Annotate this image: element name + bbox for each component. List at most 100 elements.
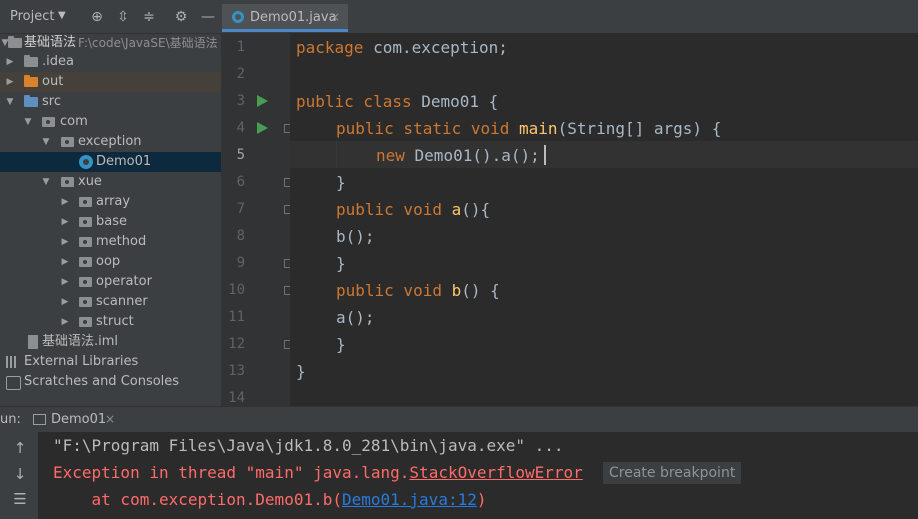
tab-demo01-java[interactable]: Demo01.java × [222, 4, 348, 32]
tree-item-src[interactable]: ▼ src [0, 92, 221, 112]
gear-icon[interactable]: ⚙ [172, 8, 190, 26]
line-number: 4 [236, 120, 245, 136]
line-number: 5 [236, 147, 245, 163]
tree-item-label: 基础语法.iml [42, 334, 119, 349]
tree-item-method[interactable]: ▶ method [0, 232, 221, 252]
chevron-down-icon[interactable]: ▼ [41, 172, 51, 192]
tree-item-iml[interactable]: 基础语法.iml [0, 332, 221, 352]
indent-guide [336, 141, 337, 168]
locate-icon[interactable]: ⊕ [88, 8, 106, 26]
close-icon[interactable]: × [105, 412, 115, 426]
run-panel-title: un: [0, 412, 21, 427]
code-line-3[interactable]: public class Demo01 { [296, 88, 498, 115]
code-line-13[interactable]: } [296, 358, 306, 385]
code-line-9[interactable]: } [336, 250, 346, 277]
code-line-4[interactable]: public static void main(String[] args) { [336, 115, 721, 142]
code-line-10[interactable]: public void b() { [336, 277, 500, 304]
run-toolbar: ↑ ↓ ☰ [0, 432, 38, 519]
tree-item-demo01[interactable]: Demo01 [0, 152, 221, 172]
close-icon[interactable]: × [330, 10, 340, 24]
keyword: public void [336, 200, 442, 219]
package-icon [79, 297, 92, 307]
iml-file-icon [28, 335, 38, 349]
arrow-up-icon[interactable]: ↑ [12, 440, 28, 456]
chevron-right-icon[interactable]: ▶ [60, 232, 70, 252]
chevron-down-icon[interactable]: ▼ [23, 112, 33, 132]
tree-item-struct[interactable]: ▶ struct [0, 312, 221, 332]
code-line-8[interactable]: b(); [336, 223, 375, 250]
tree-item-external-libraries[interactable]: External Libraries [0, 352, 221, 372]
package-icon [79, 217, 92, 227]
console-exception-line: Exception in thread "main" java.lang.Sta… [53, 460, 583, 486]
tree-item-label: array [96, 194, 131, 209]
keyword: public static void [336, 119, 510, 138]
tree-root-path: F:\code\JavaSE\基础语法 [78, 36, 218, 50]
tree-item-label: base [96, 214, 127, 229]
run-main-icon[interactable] [257, 122, 268, 134]
chevron-right-icon[interactable]: ▶ [60, 292, 70, 312]
tree-item-base[interactable]: ▶ base [0, 212, 221, 232]
tree-item-scanner[interactable]: ▶ scanner [0, 292, 221, 312]
tree-item-exception[interactable]: ▼ exception [0, 132, 221, 152]
chevron-right-icon[interactable]: ▶ [60, 252, 70, 272]
tree-item-com[interactable]: ▼ com [0, 112, 221, 132]
tree-item-idea[interactable]: ▶ .idea [0, 52, 221, 72]
arrow-down-icon[interactable]: ↓ [12, 466, 28, 482]
tree-root[interactable]: ▼ 基础语法 F:\code\JavaSE\基础语法 [0, 33, 221, 53]
line-number: 6 [236, 174, 245, 190]
code-line-5[interactable]: new Demo01().a(); [376, 142, 540, 169]
code-line-7[interactable]: public void a(){ [336, 196, 490, 223]
package-icon [79, 277, 92, 287]
line-number: 13 [228, 363, 245, 379]
chevron-right-icon[interactable]: ▶ [60, 212, 70, 232]
chevron-down-icon[interactable]: ▼ [58, 10, 66, 21]
package-icon [79, 197, 92, 207]
tree-item-label: operator [96, 274, 152, 289]
chevron-right-icon[interactable]: ▶ [5, 72, 15, 92]
chevron-right-icon[interactable]: ▶ [60, 312, 70, 332]
line-number: 14 [228, 390, 245, 406]
editor-gutter[interactable]: 1 2 3 4 5 6 7 8 9 10 11 12 13 14 [221, 33, 293, 406]
code-line-11[interactable]: a(); [336, 304, 375, 331]
exception-class-link[interactable]: StackOverflowError [409, 463, 582, 482]
chevron-right-icon[interactable]: ▶ [60, 192, 70, 212]
soft-wrap-icon[interactable]: ☰ [12, 491, 28, 507]
package-icon [61, 137, 74, 147]
chevron-right-icon[interactable]: ▶ [5, 52, 15, 72]
collapse-all-icon[interactable]: ≑ [140, 8, 158, 26]
tree-item-oop[interactable]: ▶ oop [0, 252, 221, 272]
hide-panel-icon[interactable]: — [199, 8, 217, 26]
code-line-1[interactable]: package com.exception; [296, 34, 508, 61]
line-number: 10 [228, 282, 245, 298]
project-view-selector[interactable]: Project [10, 9, 54, 24]
chevron-right-icon[interactable]: ▶ [60, 272, 70, 292]
console-stack-line: at com.exception.Demo01.b(Demo01.java:12… [53, 487, 487, 513]
expand-all-icon[interactable]: ⇳ [114, 8, 132, 26]
keyword: public void [336, 281, 442, 300]
tree-item-scratches[interactable]: Scratches and Consoles [0, 372, 221, 392]
code-text: (){ [461, 200, 491, 219]
tree-item-xue[interactable]: ▼ xue [0, 172, 221, 192]
package-icon [79, 257, 92, 267]
create-breakpoint-tooltip[interactable]: Create breakpoint [603, 462, 742, 484]
tree-item-label: xue [78, 174, 102, 189]
tree-item-operator[interactable]: ▶ operator [0, 272, 221, 292]
code-line-12[interactable]: } [336, 331, 346, 358]
run-class-icon[interactable] [257, 95, 268, 107]
tree-item-label: oop [96, 254, 121, 269]
chevron-down-icon[interactable]: ▼ [5, 92, 15, 112]
chevron-down-icon[interactable]: ▼ [41, 132, 51, 152]
code-line-6[interactable]: } [336, 169, 346, 196]
module-folder-icon [8, 36, 22, 48]
tree-item-label: scanner [96, 294, 148, 309]
tree-item-out[interactable]: ▶ out [0, 72, 221, 92]
run-tab-demo01[interactable]: Demo01 [51, 412, 106, 427]
stack-text: at com.exception.Demo01.b( [53, 490, 342, 509]
code-text: Demo01 { [411, 92, 499, 111]
tree-item-label: External Libraries [24, 354, 139, 369]
tree-item-array[interactable]: ▶ array [0, 192, 221, 212]
run-panel-header: un: Demo01 × [0, 406, 918, 434]
stack-text-end: ) [476, 490, 487, 509]
source-link[interactable]: Demo01.java:12 [342, 490, 477, 509]
tree-item-label: Scratches and Consoles [24, 374, 180, 389]
